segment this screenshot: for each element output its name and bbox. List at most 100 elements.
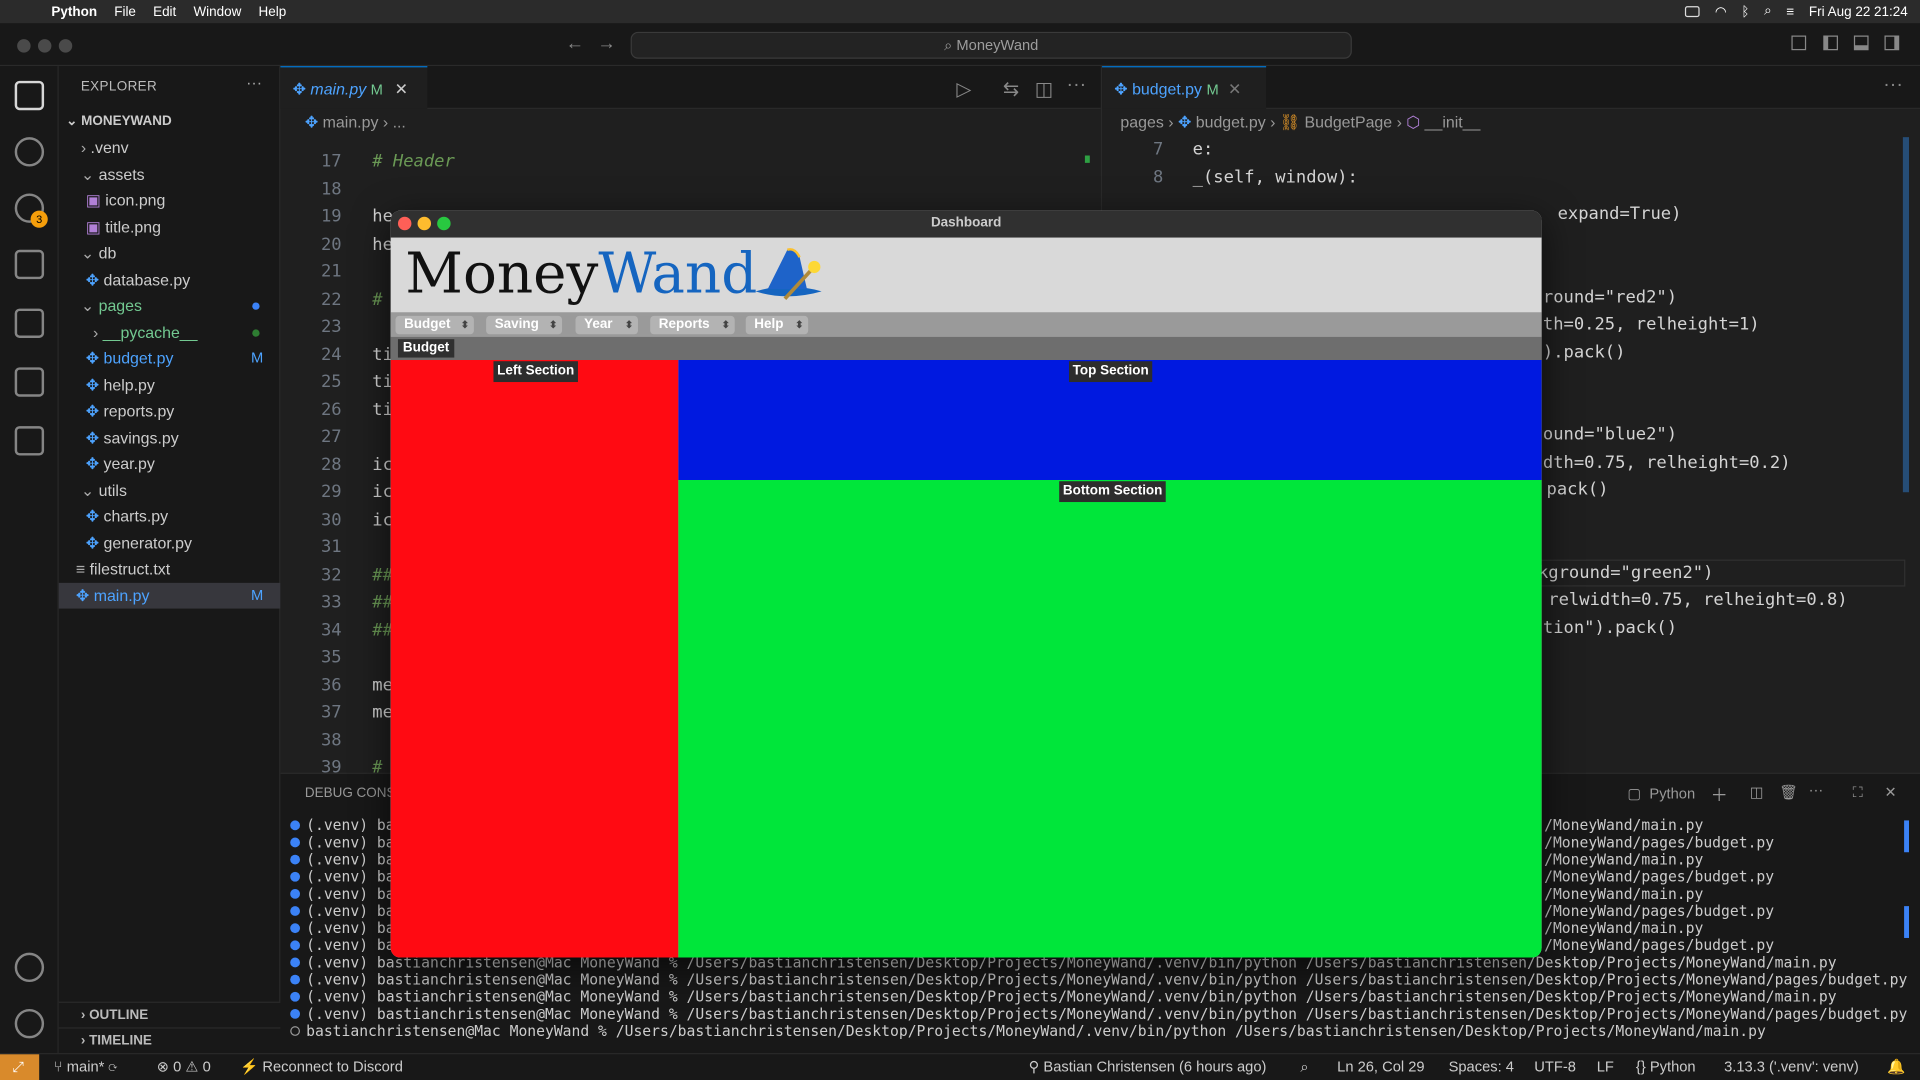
terminal-line[interactable]: (.venv) bas: [290, 920, 403, 937]
terminal-line[interactable]: (.venv) bas: [290, 937, 403, 954]
menu-budget-button[interactable]: Budget ⬍: [395, 315, 474, 335]
extensions-icon[interactable]: [14, 308, 45, 338]
terminal-line[interactable]: (.venv) bastianchristensen@Mac MoneyWand…: [290, 1005, 1907, 1022]
explorer-item[interactable]: ✥ year.py: [59, 451, 281, 477]
command-status-dot[interactable]: [290, 820, 301, 831]
command-status-dot[interactable]: [290, 1008, 301, 1019]
explorer-icon[interactable]: [14, 80, 45, 111]
explorer-item[interactable]: ✥ budget.py M: [59, 345, 281, 371]
compare-icon[interactable]: ⇆: [1003, 77, 1019, 101]
search-icon[interactable]: [14, 137, 45, 167]
discord-status[interactable]: ⚡ Reconnect to Discord: [240, 1058, 403, 1075]
explorer-item[interactable]: › .venv: [59, 135, 281, 161]
battery-icon[interactable]: [1685, 6, 1701, 18]
terminal-line[interactable]: (.venv) bas: [290, 851, 403, 868]
problems-indicator[interactable]: ⊗ 0 ⚠ 0: [157, 1058, 211, 1075]
tab-main-py[interactable]: ✥ main.py M ✕: [280, 66, 428, 109]
code-line[interactable]: relwidth=0.75, relheight=0.8): [1538, 590, 1847, 610]
accounts-icon[interactable]: [14, 952, 45, 983]
close-tab-icon[interactable]: ✕: [395, 80, 408, 98]
terminal-line[interactable]: bastianchristensen@Mac MoneyWand % /User…: [290, 1022, 1766, 1040]
breadcrumb-file[interactable]: main.py: [323, 113, 379, 131]
toggle-sidebar-icon[interactable]: [1823, 35, 1838, 51]
dashboard-close-button[interactable]: [397, 216, 412, 231]
clock[interactable]: Fri Aug 22 21:24: [1809, 4, 1908, 19]
toggle-secondary-sidebar-icon[interactable]: [1884, 35, 1900, 51]
remote-indicator[interactable]: ⤢: [0, 1054, 40, 1080]
back-arrow-icon[interactable]: ←: [566, 33, 584, 54]
wifi-icon[interactable]: ◠: [1715, 4, 1727, 20]
dashboard-minimize-button[interactable]: [417, 216, 432, 231]
explorer-item[interactable]: ⌄ assets: [59, 162, 281, 188]
menu-help-button[interactable]: Help ⬍: [745, 315, 809, 335]
explorer-item[interactable]: ✥ reports.py: [59, 398, 281, 424]
terminal-name[interactable]: Python: [1649, 785, 1695, 802]
window-minimize-button[interactable]: [37, 39, 52, 53]
command-status-dot[interactable]: [290, 991, 301, 1002]
explorer-item[interactable]: ⌄ db: [59, 240, 281, 266]
code-line[interactable]: th=0.25, relheight=1): [1543, 315, 1760, 335]
command-status-dot[interactable]: [290, 1026, 301, 1036]
explorer-item[interactable]: ⌄ utils: [59, 478, 281, 504]
control-center-icon[interactable]: ≡: [1786, 4, 1794, 19]
forward-arrow-icon[interactable]: →: [598, 33, 616, 54]
explorer-item[interactable]: ✥ main.py M: [58, 582, 281, 609]
bell-icon[interactable]: 🔔: [1887, 1058, 1905, 1075]
more-actions-icon[interactable]: ···: [1067, 75, 1087, 97]
split-terminal-icon[interactable]: ◫: [1750, 784, 1764, 801]
breadcrumb-file[interactable]: budget.py: [1196, 113, 1266, 131]
code-line[interactable]: expand=True): [1558, 204, 1682, 224]
explorer-item[interactable]: ▣ icon.png: [59, 187, 281, 213]
scrollbar[interactable]: [1902, 137, 1909, 493]
branch-indicator[interactable]: ⑂ main* ⟳: [54, 1058, 117, 1075]
menu-file[interactable]: File: [114, 4, 136, 19]
breadcrumb-class[interactable]: BudgetPage: [1304, 113, 1392, 131]
breadcrumb-pages[interactable]: pages: [1120, 113, 1163, 131]
command-status-dot[interactable]: [290, 854, 301, 865]
explorer-item[interactable]: › __pycache__: [59, 320, 281, 346]
command-center-search[interactable]: ⌕ MoneyWand: [630, 31, 1352, 59]
trash-icon[interactable]: 🗑: [1779, 784, 1798, 801]
split-editor-icon[interactable]: ◫: [1035, 77, 1054, 101]
run-debug-icon[interactable]: [14, 249, 45, 280]
code-line[interactable]: # Header: [372, 152, 455, 172]
terminal-line[interactable]: (.venv) bastianchristensen@Mac MoneyWand…: [290, 988, 1837, 1005]
terminal-line[interactable]: (.venv) bas: [290, 885, 403, 902]
code-line[interactable]: pack(): [1547, 480, 1609, 500]
explorer-item[interactable]: ✥ help.py: [59, 372, 281, 398]
code-line[interactable]: round="red2"): [1543, 288, 1677, 308]
code-line[interactable]: ound="blue2"): [1543, 425, 1677, 445]
window-zoom-button[interactable]: [58, 39, 73, 53]
breadcrumb-more[interactable]: ...: [393, 113, 406, 131]
encoding[interactable]: UTF-8: [1534, 1058, 1576, 1075]
code-line[interactable]: _(self, window):: [1193, 167, 1358, 187]
command-status-dot[interactable]: [290, 906, 301, 916]
menu-app[interactable]: Python: [51, 4, 97, 19]
panel-title[interactable]: DEBUG CONS: [305, 786, 396, 801]
window-close-button[interactable]: [17, 39, 31, 53]
more-actions-icon[interactable]: ···: [246, 73, 262, 91]
close-tab-icon[interactable]: ✕: [1228, 80, 1241, 98]
command-status-dot[interactable]: [290, 888, 301, 899]
zoom-icon[interactable]: ⌕: [1300, 1058, 1308, 1076]
toggle-panel-icon[interactable]: [1853, 35, 1869, 51]
menu-reports-button[interactable]: Reports ⬍: [650, 315, 735, 335]
menu-saving-button[interactable]: Saving ⬍: [486, 315, 563, 335]
terminal-line[interactable]: (.venv) bastianchristensen@Mac MoneyWand…: [290, 971, 1907, 988]
explorer-item[interactable]: ⌄ pages: [59, 293, 281, 319]
menu-year-button[interactable]: Year ⬍: [575, 315, 638, 335]
dashboard-zoom-button[interactable]: [437, 216, 451, 231]
spotlight-icon[interactable]: ⌕: [1764, 4, 1772, 20]
explorer-item[interactable]: ✥ database.py: [59, 267, 281, 293]
menu-help[interactable]: Help: [259, 4, 287, 19]
code-line[interactable]: ).pack(): [1543, 343, 1626, 363]
command-status-dot[interactable]: [290, 837, 301, 848]
more-actions-icon[interactable]: ···: [1883, 75, 1903, 97]
testing-icon[interactable]: [14, 367, 45, 397]
menu-edit[interactable]: Edit: [153, 4, 176, 19]
git-blame[interactable]: ⚲ Bastian Christensen (6 hours ago): [1029, 1058, 1267, 1075]
remote-explorer-icon[interactable]: [14, 426, 45, 456]
command-status-dot[interactable]: [290, 974, 301, 985]
workspace-root[interactable]: ⌄ MONEYWAND: [59, 109, 281, 135]
explorer-item[interactable]: ≡ filestruct.txt: [59, 556, 281, 582]
